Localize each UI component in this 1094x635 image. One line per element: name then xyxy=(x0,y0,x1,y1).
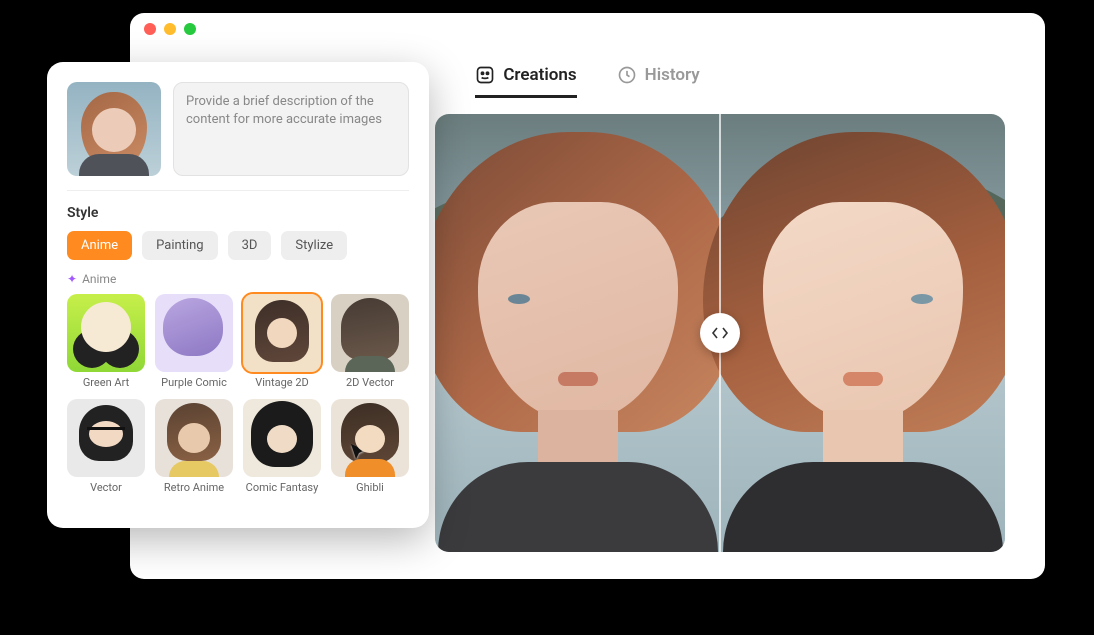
creations-icon xyxy=(475,65,495,85)
style-purple-comic[interactable] xyxy=(155,294,233,372)
style-panel: Provide a brief description of the conte… xyxy=(47,62,429,528)
generated-image xyxy=(720,114,1005,552)
original-image xyxy=(435,114,720,552)
style-category-tabs: Anime Painting 3D Stylize xyxy=(67,231,409,260)
tab-history-label: History xyxy=(645,65,700,85)
style-tab-painting[interactable]: Painting xyxy=(142,231,217,260)
sparkle-icon: ✦ xyxy=(67,272,77,286)
tab-creations[interactable]: Creations xyxy=(475,55,576,98)
prompt-input[interactable]: Provide a brief description of the conte… xyxy=(173,82,409,176)
maximize-icon[interactable] xyxy=(184,23,196,35)
chevron-left-icon xyxy=(711,327,719,339)
style-label: Purple Comic xyxy=(155,376,233,389)
chevron-right-icon xyxy=(721,327,729,339)
style-green-art[interactable] xyxy=(67,294,145,372)
style-label: Vintage 2D xyxy=(243,376,321,389)
style-tab-anime[interactable]: Anime xyxy=(67,231,132,260)
style-heading: Style xyxy=(67,205,409,221)
style-comic-fantasy[interactable] xyxy=(243,399,321,477)
style-2d-vector[interactable] xyxy=(331,294,409,372)
source-image-upload[interactable] xyxy=(67,82,161,176)
style-vintage-2d[interactable] xyxy=(243,294,321,372)
style-label: Comic Fantasy xyxy=(243,481,321,494)
divider xyxy=(67,190,409,191)
tab-history[interactable]: History xyxy=(617,55,700,98)
history-icon xyxy=(617,65,637,85)
style-label: Vector xyxy=(67,481,145,494)
tab-creations-label: Creations xyxy=(503,65,576,85)
style-label: Ghibli xyxy=(331,481,409,494)
style-tab-stylize[interactable]: Stylize xyxy=(281,231,347,260)
minimize-icon[interactable] xyxy=(164,23,176,35)
style-label: 2D Vector xyxy=(331,376,409,389)
window-controls xyxy=(130,13,1045,45)
comparison-slider[interactable] xyxy=(700,313,740,353)
comparison-preview xyxy=(435,114,1005,552)
close-icon[interactable] xyxy=(144,23,156,35)
style-retro-anime[interactable] xyxy=(155,399,233,477)
style-vector[interactable] xyxy=(67,399,145,477)
style-tab-3d[interactable]: 3D xyxy=(228,231,272,260)
style-label: Green Art xyxy=(67,376,145,389)
style-grid: Green Art Purple Comic Vintage 2D 2D Vec… xyxy=(67,294,409,494)
style-ghibli[interactable] xyxy=(331,399,409,477)
style-label: Retro Anime xyxy=(155,481,233,494)
style-subheading: ✦ Anime xyxy=(67,272,409,286)
